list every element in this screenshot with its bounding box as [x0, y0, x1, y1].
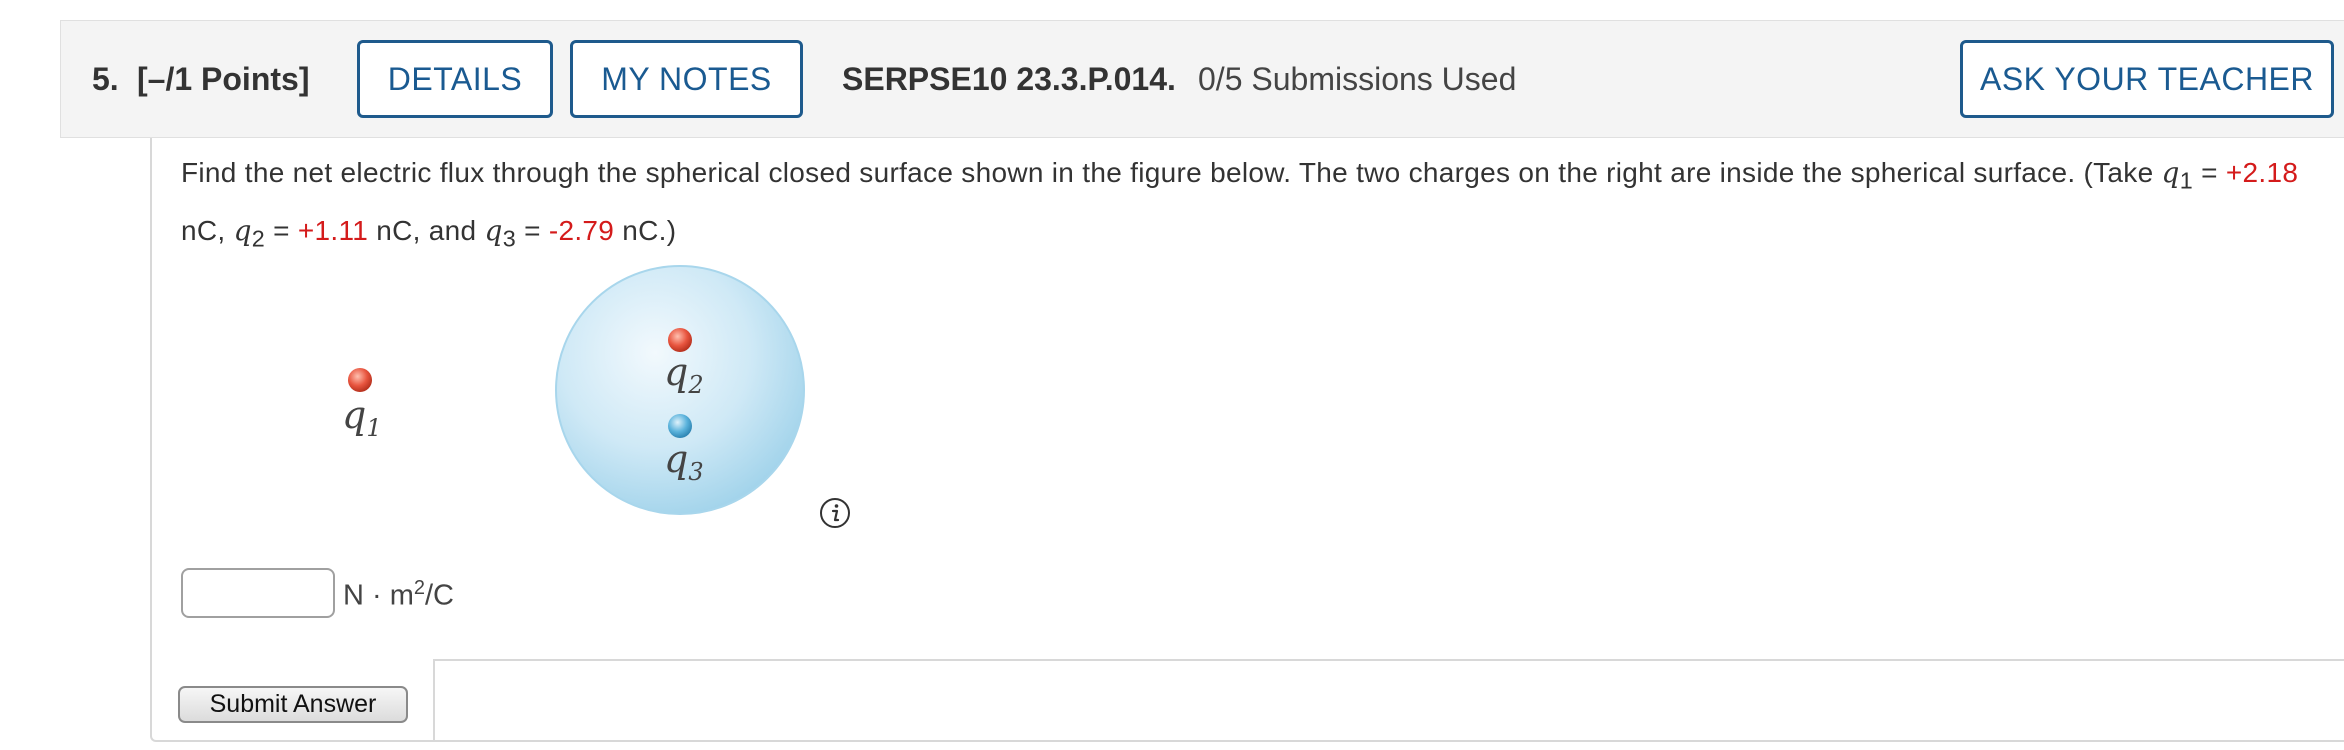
- unit-nc: nC.): [614, 214, 677, 246]
- q1-value: +2.18: [2225, 157, 2299, 188]
- assignment-code: SERPSE10 23.3.P.014.: [842, 61, 1176, 97]
- prompt-text: Find the net electric flux through the s…: [181, 157, 2162, 188]
- unit-exponent: 2: [413, 577, 425, 599]
- q2-symbol: q: [233, 213, 252, 247]
- q2-subscript: 2: [251, 225, 266, 252]
- q3-value: -2.79: [548, 214, 615, 246]
- charge-sphere-figure: q1 q2 q3: [342, 265, 805, 515]
- question-points: [–/1 Points]: [137, 61, 310, 97]
- submit-answer-button[interactable]: Submit Answer: [178, 686, 408, 723]
- my-notes-button[interactable]: MY NOTES: [570, 40, 803, 118]
- unit-tail: /C: [425, 579, 454, 612]
- answer-unit: N · m2/C: [343, 568, 454, 616]
- q1-label: q1: [342, 393, 382, 442]
- question-prompt: Find the net electric flux through the s…: [181, 148, 2331, 263]
- q1-subscript: 1: [2179, 167, 2194, 194]
- unit-base: N · m: [343, 579, 414, 612]
- q3-symbol: q: [484, 213, 503, 247]
- unit-nc: nC,: [181, 214, 234, 246]
- answer-input[interactable]: [181, 568, 335, 618]
- details-button[interactable]: DETAILS: [357, 40, 553, 118]
- q2-value: +1.11: [297, 214, 369, 246]
- question-number: 5.: [92, 61, 119, 97]
- equals-sign: =: [2193, 157, 2226, 188]
- equals-sign: =: [516, 214, 549, 246]
- charge-q1: [348, 368, 372, 392]
- divider: [433, 659, 435, 742]
- q1-symbol: q: [2161, 156, 2180, 189]
- equals-sign: =: [265, 214, 298, 246]
- unit-nc: nC, and: [368, 214, 485, 246]
- submissions-count: 0/5 Submissions Used: [1198, 61, 1517, 97]
- charge-q3: [668, 414, 692, 438]
- ask-your-teacher-button[interactable]: ASK YOUR TEACHER: [1960, 40, 2334, 118]
- divider: [433, 659, 2344, 661]
- q3-subscript: 3: [502, 225, 517, 252]
- charge-q2: [668, 328, 692, 352]
- info-icon[interactable]: [819, 497, 851, 529]
